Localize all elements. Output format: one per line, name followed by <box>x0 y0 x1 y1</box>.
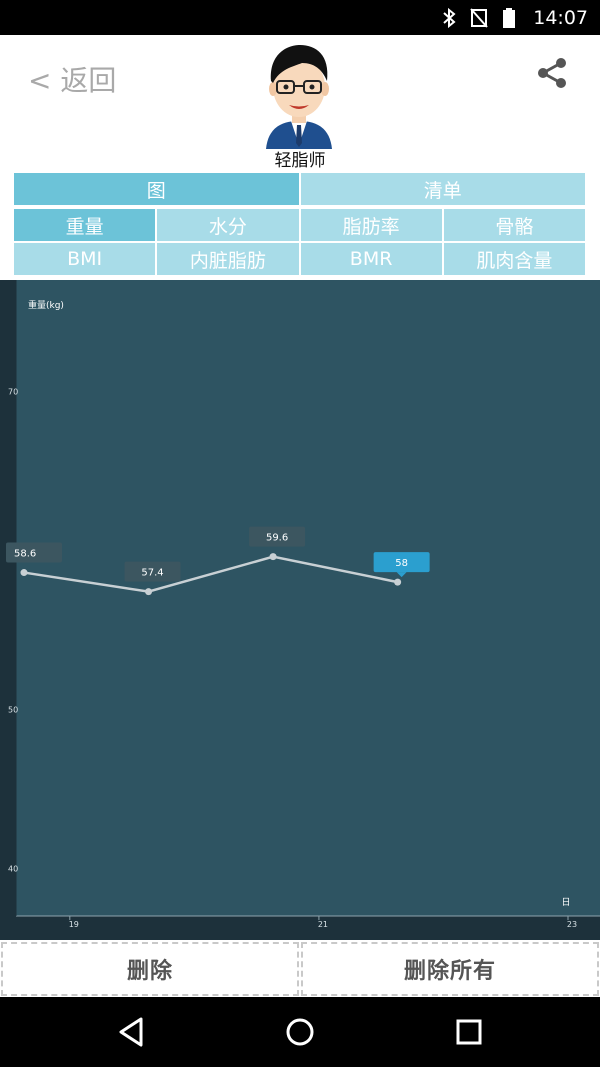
x-tick-label: 21 <box>318 920 328 929</box>
battery-icon <box>503 7 516 28</box>
metric-body-fat[interactable]: 脂肪率 <box>300 209 442 241</box>
data-point <box>269 553 277 561</box>
metric-selector: 重量 水分 脂肪率 骨骼 BMI 内脏脂肪 BMR 肌肉含量 <box>14 209 585 275</box>
x-tick-label: 23 <box>567 920 577 929</box>
status-bar: 14:07 <box>0 0 600 35</box>
y-tick-label: 50 <box>8 705 18 714</box>
bluetooth-icon <box>443 7 456 28</box>
tab-chart[interactable]: 图 <box>14 173 299 205</box>
app-header: < 返回 轻脂师 <box>0 35 600 171</box>
back-nav-icon[interactable] <box>112 1013 150 1051</box>
value-label: 59.6 <box>266 533 288 544</box>
action-bar: 删除 删除所有 <box>0 941 600 997</box>
y-tick-label: 70 <box>8 387 18 396</box>
x-axis-unit: 日 <box>561 897 570 908</box>
metric-visceral-fat[interactable]: 内脏脂肪 <box>157 243 299 275</box>
y-axis-label: 重量(kg) <box>28 299 64 311</box>
navigation-bar <box>0 997 600 1067</box>
x-tick-label: 19 <box>69 920 79 929</box>
metric-weight[interactable]: 重量 <box>14 209 156 241</box>
tab-list[interactable]: 清单 <box>300 173 585 205</box>
avatar-name: 轻脂师 <box>274 151 326 171</box>
value-label: 57.4 <box>141 568 163 579</box>
metric-bmi[interactable]: BMI <box>14 243 156 275</box>
metric-bmr[interactable]: BMR <box>300 243 442 275</box>
data-point <box>394 578 402 586</box>
y-tick-label: 40 <box>8 864 18 873</box>
data-point <box>20 569 28 577</box>
share-icon[interactable] <box>536 57 568 89</box>
no-signal-icon <box>470 7 488 28</box>
back-button[interactable]: < 返回 <box>28 59 116 99</box>
clock: 14:07 <box>533 6 588 29</box>
data-point <box>145 588 153 596</box>
view-tabs: 图 清单 <box>14 173 585 205</box>
plot-area <box>16 280 600 916</box>
value-label: 58.6 <box>14 549 36 560</box>
weight-chart[interactable]: 重量(kg) 日 40506070 192123 58.657.459.658 <box>0 280 600 940</box>
delete-all-button[interactable]: 删除所有 <box>301 942 599 996</box>
metric-bone[interactable]: 骨骼 <box>443 209 585 241</box>
metric-muscle[interactable]: 肌肉含量 <box>443 243 585 275</box>
delete-button[interactable]: 删除 <box>1 942 299 996</box>
avatar <box>266 45 332 149</box>
home-nav-icon[interactable] <box>281 1013 319 1051</box>
value-label: 58 <box>395 558 408 569</box>
recents-nav-icon[interactable] <box>450 1013 488 1051</box>
chart-canvas: 重量(kg) 日 40506070 192123 58.657.459.658 <box>6 280 600 929</box>
metric-water[interactable]: 水分 <box>157 209 299 241</box>
